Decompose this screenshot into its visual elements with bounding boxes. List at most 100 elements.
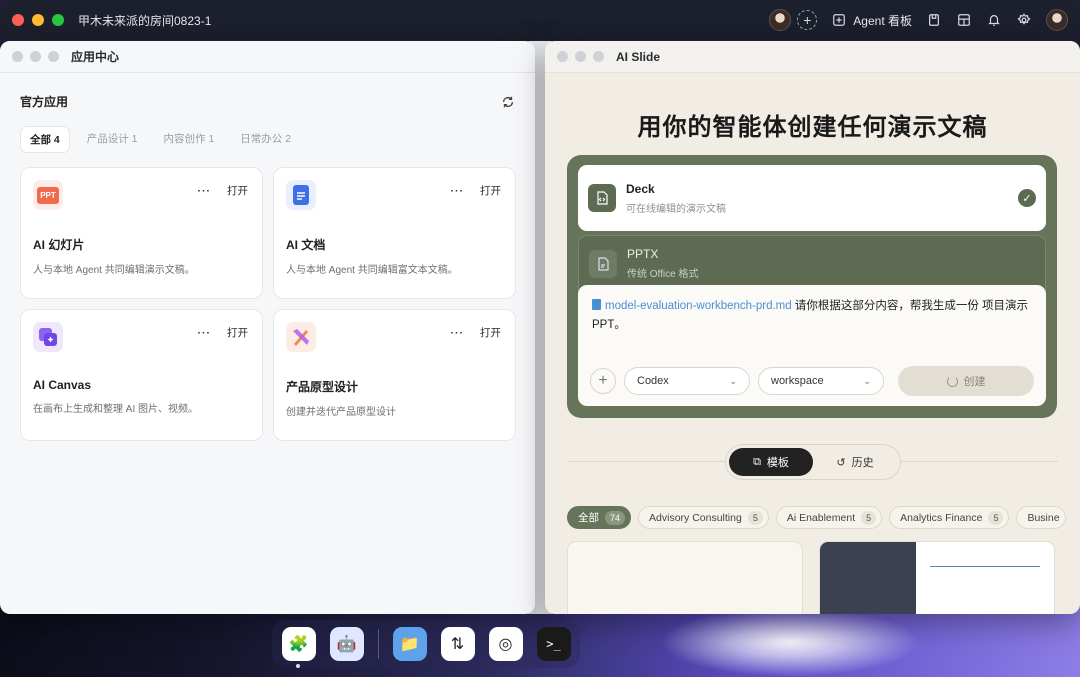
app-card-prototype-design[interactable]: ··· 打开 产品原型设计 创建并迭代产品原型设计 [273,309,516,441]
deck-file-icon [588,184,616,212]
app-title: 产品原型设计 [286,380,359,394]
option-subtitle: 可在线编辑的演示文稿 [626,203,726,215]
canvas-icon [33,322,63,352]
open-button[interactable]: 打开 [227,183,248,198]
template-card[interactable] [819,541,1055,614]
member-avatar[interactable] [769,9,792,31]
app-grid: PPT ··· 打开 AI 幻灯片 人与本地 Agent 共同编辑演示文稿。 ··… [20,167,516,441]
tab-all[interactable]: 全部 4 [20,126,70,153]
app-center-window-controls [12,51,59,62]
dock-separator [377,629,379,659]
app-center-close-button[interactable] [12,51,23,62]
tab-content-creation[interactable]: 内容创作 1 [155,126,224,153]
app-center-window: 应用中心 官方应用 全部 4 产品设计 1 内容创作 1 日常办公 2 PPT … [0,41,535,614]
refresh-icon[interactable] [501,95,515,109]
templates-icon: ⧉ [753,455,761,468]
category-tabs: 全部 4 产品设计 1 内容创作 1 日常办公 2 [20,126,515,153]
transfer-dock-icon[interactable]: ⇅ [440,627,475,661]
open-button[interactable]: 打开 [480,183,501,198]
agents-dock-icon[interactable]: 🤖 [329,627,364,661]
more-options-icon[interactable]: ··· [451,185,465,197]
ppt-icon: PPT [33,180,63,210]
tab-product-design[interactable]: 产品设计 1 [78,126,147,153]
check-icon: ✓ [1018,189,1036,207]
hero-heading: 用你的智能体创建任何演示文稿 [637,114,988,141]
open-button[interactable]: 打开 [227,325,248,340]
app-center-minimize-button[interactable] [30,51,41,62]
minimize-button[interactable] [32,14,44,26]
app-title: AI 幻灯片 [33,238,85,252]
browser-dock-icon[interactable]: ◎ [488,627,523,661]
close-button[interactable] [12,14,24,26]
format-option-pptx[interactable]: PPTX 传统 Office 格式 [578,235,1046,291]
dock: 🧩 🤖 📁 ⇅ ◎ >_ [272,620,580,668]
ai-slide-title: AI Slide [616,49,661,64]
ai-slide-header: AI Slide [545,41,1080,73]
app-description: 在画布上生成和整理 AI 图片、视频。 [33,404,199,415]
document-icon [286,180,316,210]
folder-dock-icon[interactable]: 📁 [392,627,427,661]
app-card-ai-slides[interactable]: PPT ··· 打开 AI 幻灯片 人与本地 Agent 共同编辑演示文稿。 [20,167,263,299]
loading-spinner-icon [946,375,958,387]
more-options-icon[interactable]: ··· [198,185,212,197]
settings-gear-icon[interactable] [1016,12,1032,28]
app-center-title: 应用中心 [71,50,120,64]
option-subtitle: 传统 Office 格式 [627,269,699,280]
agent-select[interactable]: Codex ⌄ [624,367,750,395]
attached-file-icon [592,299,601,310]
more-options-icon[interactable]: ··· [198,327,212,339]
ai-slide-minimize-button[interactable] [575,51,586,62]
attached-file-name[interactable]: model-evaluation-workbench-prd.md [605,300,792,312]
agent-board-button[interactable]: Agent 看板 [831,12,912,29]
app-description: 人与本地 Agent 共同编辑演示文稿。 [33,265,195,276]
create-button[interactable]: 创建 [898,366,1034,396]
agent-board-label: Agent 看板 [853,13,912,28]
app-description: 人与本地 Agent 共同编辑富文本文稿。 [286,265,458,276]
app-card-ai-doc[interactable]: ··· 打开 AI 文档 人与本地 Agent 共同编辑富文本文稿。 [273,167,516,299]
attach-plus-button[interactable]: + [590,368,616,394]
app-center-header: 应用中心 [0,41,535,73]
chip-business[interactable]: Busine [1016,506,1066,529]
format-option-deck[interactable]: Deck 可在线编辑的演示文稿 ✓ [578,165,1046,231]
app-center-maximize-button[interactable] [48,51,59,62]
chip-analytics-finance[interactable]: Analytics Finance 5 [889,506,1010,529]
ai-slide-close-button[interactable] [557,51,568,62]
more-options-icon[interactable]: ··· [451,327,465,339]
app-frame: 甲木未来派的房间0823-1 + Agent 看板 应用中心 官方应用 全部 4… [0,0,1080,677]
add-member-icon[interactable]: + [797,10,818,30]
ai-slide-window: AI Slide 用你的智能体创建任何演示文稿 Deck 可在线编辑的演示文稿 … [545,41,1080,614]
workspace-select[interactable]: workspace ⌄ [758,367,884,395]
user-avatar[interactable] [1046,9,1068,31]
layout-icon[interactable] [956,12,972,28]
prompt-composer[interactable]: model-evaluation-workbench-prd.md 请你根据这部… [578,285,1046,406]
maximize-button[interactable] [52,14,64,26]
terminal-dock-icon[interactable]: >_ [536,627,571,661]
create-panel: Deck 可在线编辑的演示文稿 ✓ PPTX 传统 Office 格式 mode… [567,155,1057,418]
app-center-dock-icon[interactable]: 🧩 [281,627,316,661]
chevron-down-icon: ⌄ [863,375,871,386]
app-card-ai-canvas[interactable]: ··· 打开 AI Canvas 在画布上生成和整理 AI 图片、视频。 [20,309,263,441]
template-card[interactable] [567,541,803,614]
chevron-down-icon: ⌄ [729,375,737,386]
bell-icon[interactable] [986,12,1002,28]
chip-advisory-consulting[interactable]: Advisory Consulting 5 [638,506,769,529]
ai-slide-maximize-button[interactable] [593,51,604,62]
open-button[interactable]: 打开 [480,325,501,340]
title-bar: 甲木未来派的房间0823-1 + Agent 看板 [0,0,1080,40]
prompt-text[interactable]: model-evaluation-workbench-prd.md 请你根据这部… [592,297,1032,335]
save-icon[interactable] [926,12,942,28]
view-switch: ⧉ 模板 ↺ 历史 [725,444,901,480]
official-apps-title: 官方应用 [20,95,69,109]
chip-ai-enablement[interactable]: Ai Enablement 5 [775,506,883,529]
app-title: AI 文档 [286,238,326,252]
tab-templates[interactable]: ⧉ 模板 [729,448,813,476]
app-title: AI Canvas [33,378,92,392]
tab-history[interactable]: ↺ 历史 [813,448,897,476]
chip-all[interactable]: 全部 74 [567,506,632,529]
design-tools-icon [286,322,316,352]
agent-board-icon [831,12,847,28]
history-icon: ↺ [836,456,846,469]
window-title: 甲木未来派的房间0823-1 [78,13,212,28]
tab-daily-office[interactable]: 日常办公 2 [231,126,300,153]
option-title: PPTX [627,247,659,261]
